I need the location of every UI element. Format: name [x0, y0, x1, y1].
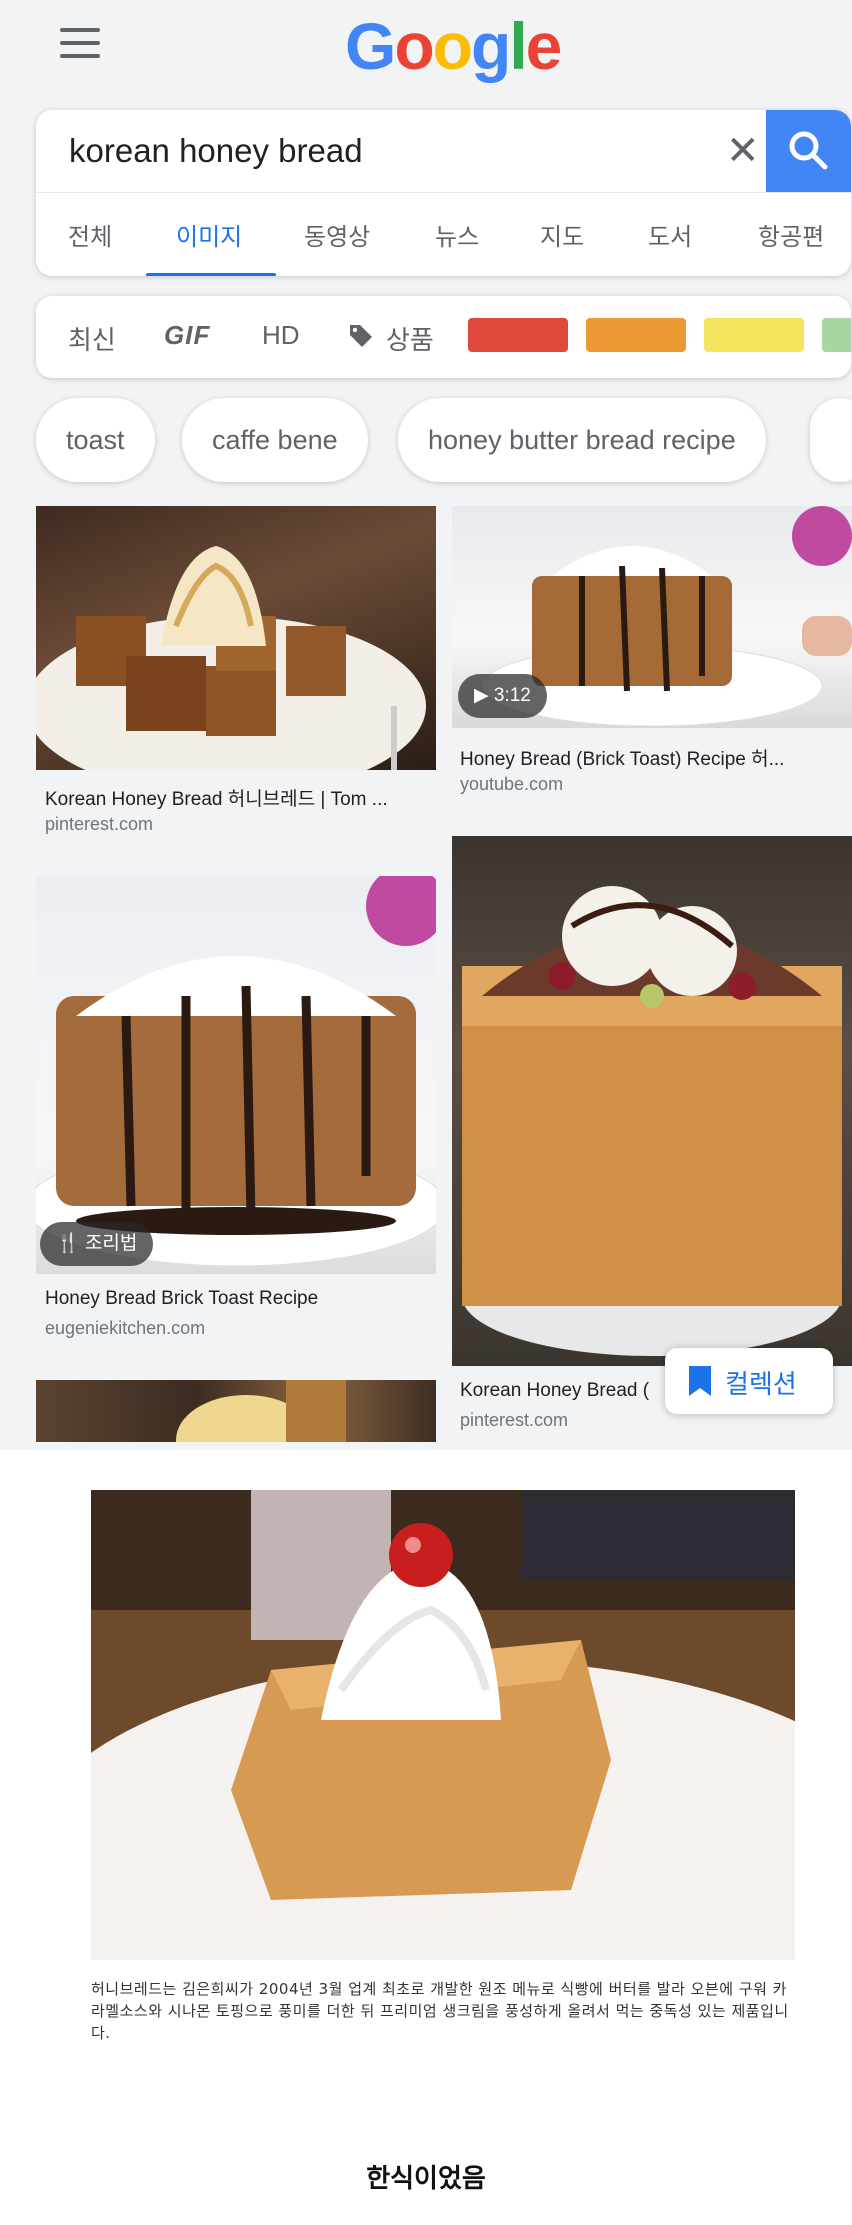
footer-text: 한식이었음 [366, 2163, 486, 2193]
menu-icon[interactable] [60, 28, 100, 58]
tab-images[interactable]: 이미지 [176, 217, 242, 252]
google-logo[interactable]: Google [345, 8, 562, 84]
color-filter-yellow[interactable] [704, 318, 804, 352]
chip-toast[interactable]: toast [36, 398, 155, 482]
result-site-2: youtube.com [460, 774, 564, 794]
honey-bread-photo [91, 1490, 795, 1960]
tag-icon [350, 325, 372, 347]
color-filter-red[interactable] [468, 318, 568, 352]
search-icon [789, 131, 828, 170]
utensils-icon: 🍴 [56, 1233, 85, 1254]
filter-latest[interactable]: 최신 [68, 320, 116, 357]
search-card: korean honey bread ✕ 전체 이미지 동영상 뉴스 지도 도서… [36, 110, 851, 276]
filter-gif[interactable]: GIF [164, 320, 210, 351]
honey-bread-photo-3 [36, 876, 436, 1267]
video-duration-badge: ▶ 3:12 [458, 674, 547, 718]
tab-books[interactable]: 도서 [648, 217, 692, 252]
filter-bar: 최신 GIF HD 상품 [36, 296, 851, 378]
honey-bread-photo-4 [462, 886, 842, 1356]
search-button[interactable] [766, 110, 851, 192]
chip-more[interactable] [810, 398, 852, 482]
active-tab-indicator [146, 273, 276, 276]
tab-maps[interactable]: 지도 [540, 217, 584, 252]
result-site-3: eugeniekitchen.com [45, 1318, 206, 1338]
search-input[interactable]: korean honey bread [69, 132, 363, 170]
article-caption: 허니브레드는 김은희씨가 2004년 3월 업계 최초로 개발한 원조 메뉴로 … [91, 1980, 789, 2042]
tab-all[interactable]: 전체 [68, 217, 112, 252]
result-title-4[interactable]: Korean Honey Bread ( [460, 1380, 670, 1402]
close-icon[interactable]: ✕ [726, 128, 760, 174]
top-bar: Google [0, 0, 852, 95]
chip-honey-butter-bread-recipe[interactable]: honey butter bread recipe [398, 398, 766, 482]
honey-bread-photo-1 [36, 546, 426, 770]
result-image-1[interactable] [36, 506, 436, 770]
tab-news[interactable]: 뉴스 [435, 217, 479, 252]
result-site-1: pinterest.com [45, 814, 154, 834]
collection-button[interactable]: 컬렉션 [665, 1348, 833, 1414]
result-image-2[interactable]: ▶ 3:12 [452, 506, 852, 728]
recipe-badge: 🍴 조리법 [40, 1222, 154, 1266]
color-filter-green[interactable] [822, 318, 851, 352]
honey-bread-photo-5 [176, 1380, 346, 1442]
chip-caffe-bene[interactable]: caffe bene [182, 398, 368, 482]
tab-flights[interactable]: 항공편 [758, 217, 824, 252]
filter-products[interactable]: 상품 [386, 320, 434, 357]
result-image-4[interactable] [452, 836, 852, 1366]
result-title-2[interactable]: Honey Bread (Brick Toast) Recipe 허... [460, 744, 845, 771]
result-image-3[interactable]: 🍴 조리법 [36, 876, 436, 1274]
result-title-1[interactable]: Korean Honey Bread 허니브레드 | Tom ... [45, 784, 435, 811]
result-title-3[interactable]: Honey Bread Brick Toast Recipe [45, 1288, 435, 1310]
result-image-5[interactable] [36, 1380, 436, 1442]
result-site-4: pinterest.com [460, 1410, 569, 1430]
tab-videos[interactable]: 동영상 [304, 217, 370, 252]
color-filter-orange[interactable] [586, 318, 686, 352]
search-tabs: 전체 이미지 동영상 뉴스 지도 도서 항공편 [36, 192, 851, 276]
honey-bread-with-cream-image [91, 1490, 795, 1960]
bookmark-icon [689, 1366, 711, 1396]
filter-hd[interactable]: HD [262, 320, 300, 351]
google-image-search-app: Google korean honey bread ✕ 전체 이미지 동영상 뉴… [0, 0, 852, 1450]
play-icon: ▶ [474, 685, 494, 706]
